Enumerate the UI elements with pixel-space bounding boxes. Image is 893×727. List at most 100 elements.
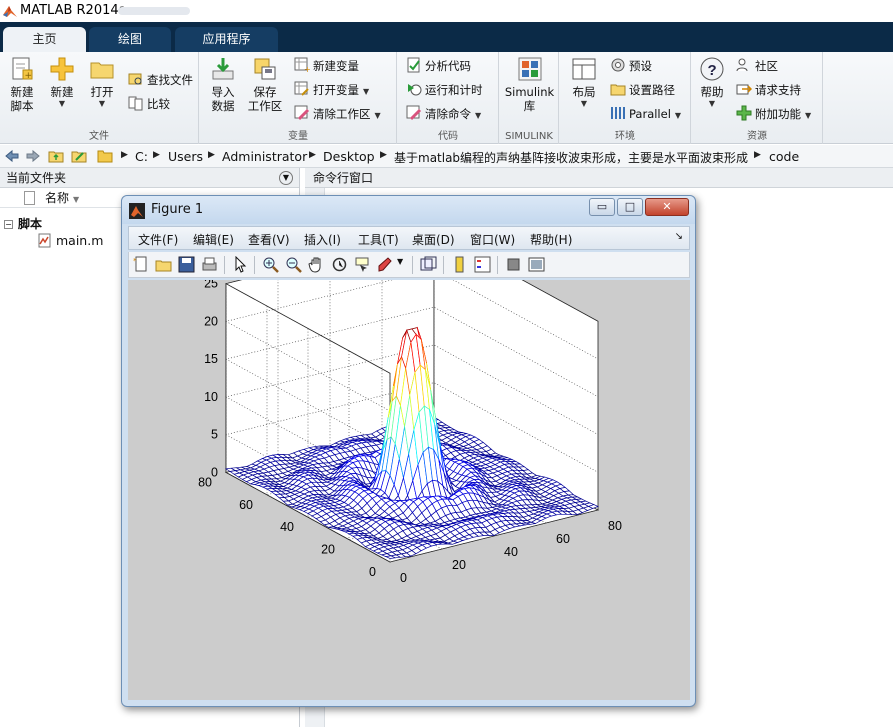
colorbar-icon[interactable] bbox=[451, 256, 468, 273]
add-ons-button[interactable]: 附加功能 ▼ bbox=[736, 104, 811, 124]
crumb-c[interactable]: C: bbox=[135, 149, 148, 164]
menu-view[interactable]: 查看(V) bbox=[248, 231, 290, 248]
menu-help[interactable]: 帮助(H) bbox=[530, 231, 572, 248]
section-label-variable: 变量 bbox=[288, 131, 308, 142]
community-icon bbox=[736, 58, 748, 72]
save-figure-icon[interactable] bbox=[178, 256, 195, 273]
window-title: MATLAB R2014a bbox=[20, 3, 127, 18]
new-variable-button[interactable]: + 新建变量 bbox=[294, 56, 359, 76]
crumb-desktop[interactable]: Desktop bbox=[323, 149, 375, 164]
new-button[interactable]: 新建 ▼ bbox=[42, 56, 82, 109]
new-dropdown-icon: ▼ bbox=[58, 99, 66, 108]
z-tick-label: 5 bbox=[211, 428, 218, 442]
clear-workspace-button[interactable]: 清除工作区 ▼ bbox=[294, 104, 381, 124]
crumb-users[interactable]: Users bbox=[168, 149, 203, 164]
surface-plot[interactable]: 0510152025020406080020406080 bbox=[128, 280, 690, 700]
new-script-label: 新建 脚本 bbox=[10, 85, 34, 113]
link-plot-icon[interactable] bbox=[420, 256, 437, 273]
m-file-icon bbox=[38, 233, 51, 248]
file-item[interactable]: main.m bbox=[38, 233, 103, 248]
save-workspace-button[interactable]: 保存 工作区 bbox=[245, 56, 285, 113]
svg-text:?: ? bbox=[708, 62, 717, 79]
request-support-button[interactable]: 请求支持 bbox=[736, 80, 801, 100]
parallel-dropdown-icon[interactable]: ▼ bbox=[675, 111, 681, 120]
rotate-3d-icon[interactable] bbox=[331, 256, 348, 273]
analyze-code-button[interactable]: 分析代码 bbox=[406, 56, 471, 76]
back-arrow-icon[interactable] bbox=[4, 148, 20, 164]
help-dropdown-icon: ▼ bbox=[708, 99, 716, 108]
help-icon: ? bbox=[700, 57, 724, 81]
menu-tools[interactable]: 工具(T) bbox=[358, 231, 399, 248]
brush-dropdown-icon[interactable]: ▼ bbox=[397, 257, 403, 266]
maximize-button[interactable]: □ bbox=[617, 198, 643, 216]
browse-folder-icon[interactable] bbox=[71, 148, 87, 164]
clear-workspace-dropdown-icon[interactable]: ▼ bbox=[375, 111, 381, 120]
brush-icon[interactable] bbox=[377, 256, 394, 273]
data-cursor-icon[interactable] bbox=[354, 256, 371, 273]
up-folder-icon[interactable] bbox=[48, 148, 64, 164]
crumb-administrator[interactable]: Administrator bbox=[222, 149, 307, 164]
figure-canvas[interactable]: 0 5 10 15 20 25 0 20 40 60 80 0 20 40 60 80 bbox=[128, 280, 690, 700]
figure-title-bar[interactable]: Figure 1 ▭ □ ✕ bbox=[122, 196, 695, 224]
tab-apps[interactable]: 应用程序 bbox=[175, 27, 278, 52]
add-ons-dropdown-icon[interactable]: ▼ bbox=[805, 111, 811, 120]
add-ons-icon bbox=[736, 105, 752, 121]
y-tick-label: 20 bbox=[321, 543, 335, 557]
x-tick-label: 0 bbox=[400, 571, 407, 585]
open-variable-button[interactable]: 打开变量 ▼ bbox=[294, 80, 369, 100]
help-button[interactable]: ? 帮助 ▼ bbox=[692, 56, 732, 109]
simulink-library-button[interactable]: Simulink 库 bbox=[504, 56, 555, 113]
legend-icon[interactable] bbox=[474, 256, 491, 273]
import-data-button[interactable]: 导入 数据 bbox=[203, 56, 243, 113]
crumb-code[interactable]: code bbox=[769, 149, 799, 164]
new-figure-icon[interactable]: * bbox=[133, 256, 150, 273]
menu-overflow-icon[interactable]: ↘ bbox=[675, 231, 683, 242]
show-plot-tools-icon[interactable] bbox=[528, 256, 545, 273]
crumb-project-folder[interactable]: 基于matlab编程的声纳基阵接收波束形成，主要是水平面波束形成 bbox=[394, 149, 748, 166]
tab-plots[interactable]: 绘图 bbox=[89, 27, 171, 52]
close-button[interactable]: ✕ bbox=[645, 198, 689, 216]
tab-home[interactable]: 主页 bbox=[3, 27, 86, 52]
open-button[interactable]: 打开 ▼ bbox=[82, 56, 122, 109]
new-variable-icon: + bbox=[294, 57, 310, 73]
command-window-header: 命令行窗口 bbox=[305, 168, 893, 188]
clear-commands-dropdown-icon[interactable]: ▼ bbox=[475, 111, 481, 120]
menu-edit[interactable]: 编辑(E) bbox=[193, 231, 234, 248]
parallel-button[interactable]: Parallel ▼ bbox=[610, 104, 681, 124]
compare-button[interactable]: 比较 bbox=[128, 94, 170, 114]
menu-desktop[interactable]: 桌面(D) bbox=[412, 231, 455, 248]
community-button[interactable]: 社区 bbox=[736, 56, 778, 76]
panel-menu-icon[interactable]: ▼ bbox=[279, 171, 293, 185]
import-data-label: 导入 数据 bbox=[211, 85, 235, 113]
figure-window[interactable]: Figure 1 ▭ □ ✕ 文件(F) 编辑(E) 查看(V) 插入(I) 工… bbox=[121, 195, 696, 707]
menu-insert[interactable]: 插入(I) bbox=[304, 231, 341, 248]
clear-commands-button[interactable]: 清除命令 ▼ bbox=[406, 104, 481, 124]
collapse-toggle-icon[interactable]: − bbox=[4, 220, 13, 229]
tree-group-scripts[interactable]: − 脚本 bbox=[4, 215, 42, 232]
toolbar-separator bbox=[224, 256, 225, 274]
print-icon[interactable] bbox=[201, 256, 218, 273]
pointer-icon[interactable] bbox=[232, 256, 249, 273]
minimize-button[interactable]: ▭ bbox=[589, 198, 615, 216]
menu-window[interactable]: 窗口(W) bbox=[470, 231, 515, 248]
set-path-button[interactable]: 设置路径 bbox=[610, 80, 675, 100]
menu-file[interactable]: 文件(F) bbox=[138, 231, 178, 248]
preferences-button[interactable]: 预设 bbox=[610, 56, 652, 76]
parallel-icon bbox=[611, 107, 625, 119]
open-variable-dropdown-icon[interactable]: ▼ bbox=[363, 87, 369, 96]
address-bar: ▶ C: ▶ Users ▶ Administrator ▶ Desktop ▶… bbox=[0, 145, 893, 168]
layout-button[interactable]: 布局 ▼ bbox=[564, 56, 604, 109]
hide-plot-tools-icon[interactable] bbox=[505, 256, 522, 273]
open-file-icon[interactable] bbox=[155, 256, 172, 273]
new-script-button[interactable]: + 新建 脚本 bbox=[2, 56, 42, 113]
find-files-button[interactable]: 查找文件 bbox=[128, 70, 193, 90]
current-folder-header: 当前文件夹 ▼ bbox=[0, 168, 299, 188]
set-path-folder-icon bbox=[610, 84, 626, 96]
zoom-out-icon[interactable] bbox=[285, 256, 302, 273]
open-dropdown-icon: ▼ bbox=[98, 99, 106, 108]
pan-hand-icon[interactable] bbox=[308, 256, 325, 273]
zoom-in-icon[interactable] bbox=[262, 256, 279, 273]
crumb-separator-icon: ▶ bbox=[208, 150, 215, 160]
run-and-time-button[interactable]: 运行和计时 bbox=[406, 80, 483, 100]
forward-arrow-icon[interactable] bbox=[25, 148, 41, 164]
